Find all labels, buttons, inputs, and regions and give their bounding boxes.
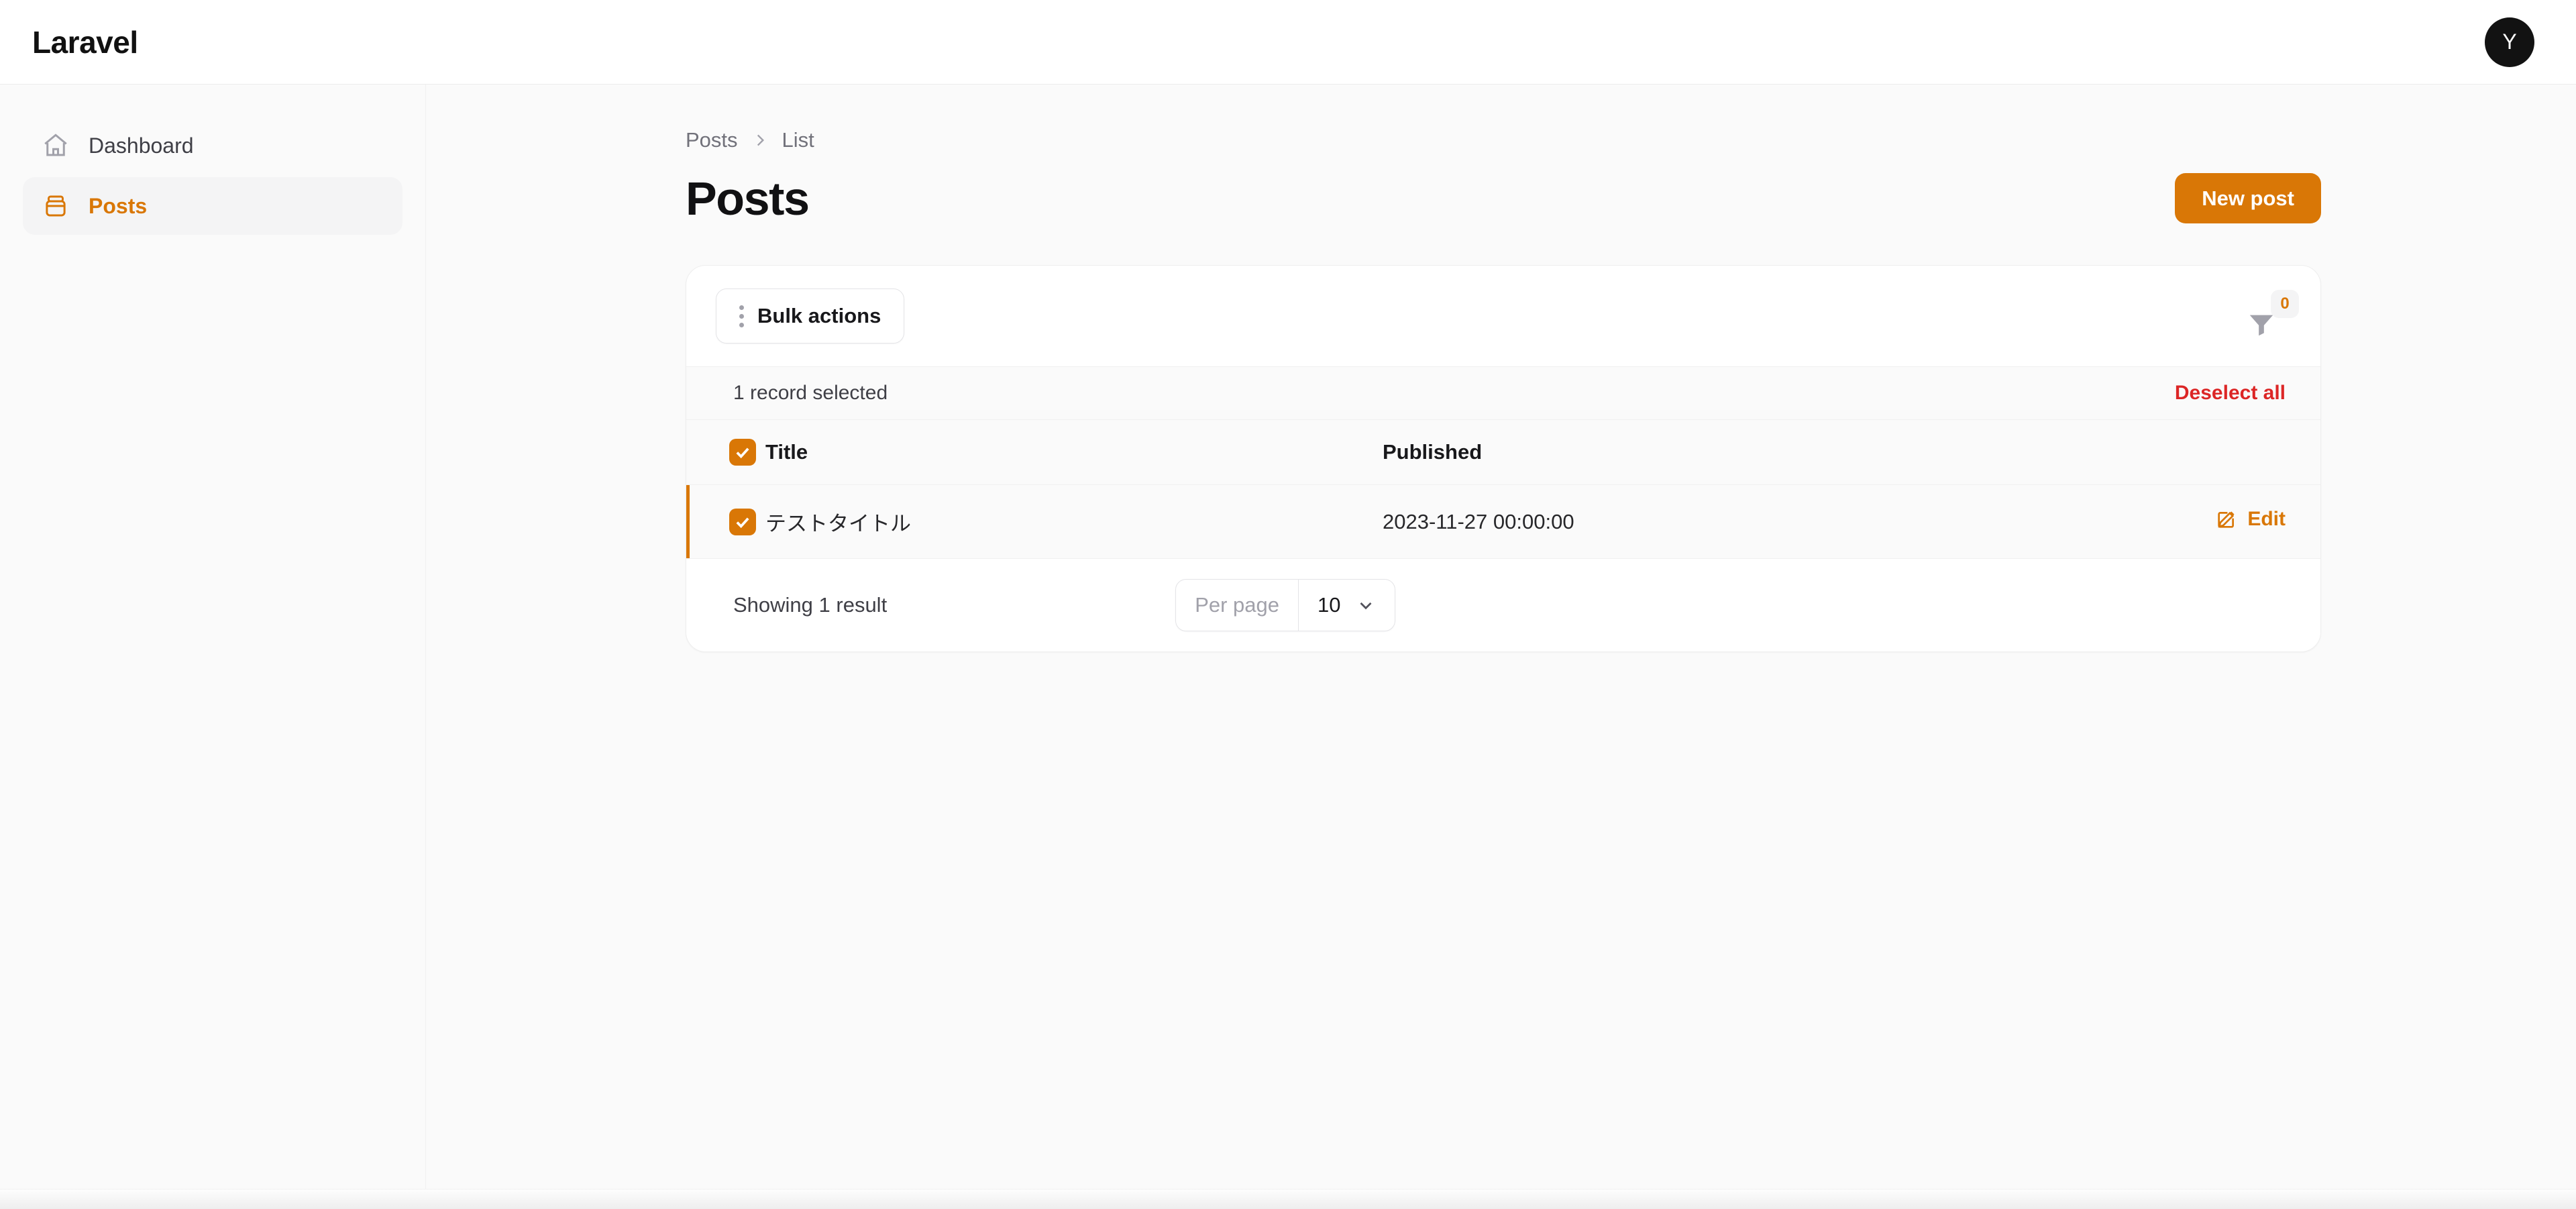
selection-bar: 1 record selected Deselect all — [686, 366, 2320, 420]
new-post-button[interactable]: New post — [2175, 173, 2321, 223]
breadcrumb-item-posts[interactable]: Posts — [686, 128, 738, 152]
cell-title: テストタイトル — [765, 484, 1383, 559]
table-body: テストタイトル 2023-11-27 00:00:00 Edit — [686, 484, 2320, 559]
filter-button[interactable]: 0 — [2232, 290, 2299, 339]
selection-count-text: 1 record selected — [733, 382, 888, 404]
column-header-published[interactable]: Published — [1383, 420, 1988, 485]
check-icon — [736, 517, 749, 528]
per-page-select[interactable]: 10 — [1299, 580, 1394, 631]
home-icon — [42, 132, 70, 160]
select-all-header-cell — [686, 420, 765, 485]
per-page-control: Per page 10 — [1175, 579, 1395, 631]
vertical-dots-icon — [739, 305, 744, 327]
row-checkbox[interactable] — [729, 508, 756, 535]
edit-label: Edit — [2247, 507, 2286, 530]
app-root: Laravel Y Dashboard Posts Posts List Pos… — [0, 0, 2576, 1209]
main-content: Posts List Posts New post Bulk actions 0… — [426, 85, 2576, 1209]
select-all-checkbox[interactable] — [729, 439, 756, 466]
posts-table: Title Published テストタイトル 2023-11-27 00:00… — [686, 420, 2320, 559]
bottom-strip — [0, 1189, 2576, 1209]
table-row[interactable]: テストタイトル 2023-11-27 00:00:00 Edit — [686, 484, 2320, 559]
avatar[interactable]: Y — [2485, 17, 2534, 67]
brand-logo[interactable]: Laravel — [32, 24, 138, 60]
showing-results-text: Showing 1 result — [733, 593, 888, 617]
table-header-row: Title Published — [686, 420, 2320, 485]
check-icon — [736, 448, 749, 459]
bulk-actions-label: Bulk actions — [757, 304, 881, 327]
deselect-all-button[interactable]: Deselect all — [2175, 382, 2286, 405]
table-footer: Showing 1 result Per page 10 — [686, 559, 2320, 651]
sidebar: Dashboard Posts — [0, 85, 426, 1209]
posts-table-card: Bulk actions 0 1 record selected Deselec… — [686, 265, 2321, 652]
edit-button[interactable]: Edit — [2215, 508, 2286, 531]
sidebar-item-dashboard[interactable]: Dashboard — [23, 117, 402, 174]
sidebar-item-label: Posts — [89, 193, 148, 218]
page-title: Posts — [686, 172, 810, 225]
sidebar-item-label: Dashboard — [89, 133, 194, 158]
table-head: Title Published — [686, 420, 2320, 485]
per-page-label: Per page — [1176, 580, 1299, 631]
title-row: Posts New post — [686, 173, 2321, 223]
chevron-right-icon — [751, 132, 769, 149]
chevron-down-icon — [1360, 602, 1371, 610]
row-select-cell — [686, 484, 765, 559]
row-actions-cell: Edit — [1988, 484, 2320, 559]
per-page-value: 10 — [1318, 593, 1341, 617]
cell-published: 2023-11-27 00:00:00 — [1383, 484, 1988, 559]
top-bar: Laravel Y — [0, 0, 2576, 85]
bulk-actions-button[interactable]: Bulk actions — [716, 288, 905, 344]
archive-box-icon — [42, 192, 70, 220]
breadcrumb-item-list[interactable]: List — [782, 128, 814, 152]
column-header-title[interactable]: Title — [765, 420, 1383, 485]
page-header: Posts List Posts New post — [426, 85, 2576, 223]
pencil-square-icon — [2218, 511, 2235, 528]
table-toolbar: Bulk actions 0 — [686, 266, 2320, 366]
sidebar-item-posts[interactable]: Posts — [23, 177, 402, 235]
column-header-actions — [1988, 420, 2320, 485]
breadcrumb: Posts List — [686, 126, 2321, 154]
filter-count-badge: 0 — [2271, 290, 2299, 318]
